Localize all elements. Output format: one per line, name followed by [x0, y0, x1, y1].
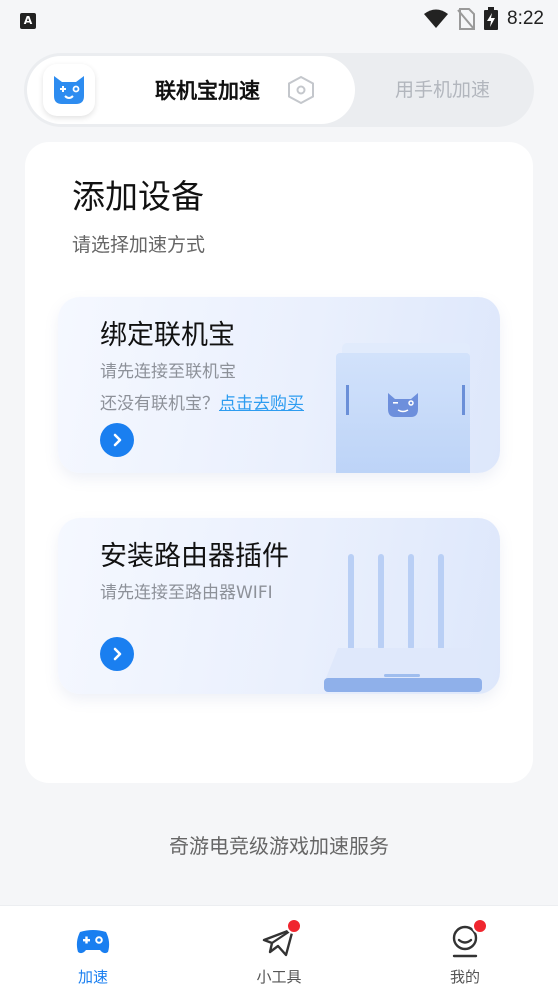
bind-box-desc: 请先连接至联机宝 — [100, 362, 236, 382]
footer-slogan: 奇游电竞级游戏加速服务 — [169, 834, 389, 858]
wifi-icon — [424, 9, 449, 28]
router-illustration — [324, 554, 482, 692]
router-plugin-card[interactable]: 安装路由器插件 请先连接至路由器WIFI — [58, 518, 500, 694]
device-box-illustration — [336, 343, 470, 473]
tab-label: 加速 — [77, 968, 108, 986]
profile-badge-dot — [472, 918, 488, 934]
tab-label: 我的 — [449, 968, 480, 986]
tab-label: 小工具 — [256, 968, 302, 986]
bottom-tab-bar: 加速 小工具 我的 — [0, 905, 558, 993]
notification-a-icon: A — [20, 13, 36, 29]
router-plugin-go-button[interactable] — [100, 637, 134, 671]
mode-active-label: 联机宝加速 — [155, 79, 260, 103]
app-logo — [43, 64, 95, 116]
buy-link[interactable]: 点击去购买 — [219, 394, 304, 414]
chevron-right-icon — [113, 647, 122, 661]
bind-box-go-button[interactable] — [100, 423, 134, 457]
clock: 8:22 — [507, 8, 544, 29]
battery-charging-icon — [484, 7, 499, 30]
status-bar: A 8:22 — [0, 0, 558, 38]
tab-profile[interactable]: 我的 — [372, 906, 558, 993]
page-title: 添加设备 — [72, 177, 204, 216]
cat-gamepad-logo-icon — [54, 76, 84, 104]
tools-badge-dot — [286, 918, 302, 934]
tab-phone-acceleration[interactable]: 用手机加速 — [395, 53, 490, 127]
bind-box-card[interactable]: 绑定联机宝 请先连接至联机宝 还没有联机宝？点击去购买 — [58, 297, 500, 473]
gamepad-icon — [76, 930, 110, 954]
tab-box-acceleration[interactable]: 联机宝加速 — [27, 56, 355, 124]
router-plugin-title: 安装路由器插件 — [100, 541, 289, 572]
no-box-line: 还没有联机宝？点击去购买 — [100, 389, 304, 414]
chevron-right-icon — [113, 433, 122, 447]
tab-tools[interactable]: 小工具 — [186, 906, 372, 993]
acceleration-mode-switch: 联机宝加速 用手机加速 — [24, 53, 534, 127]
add-device-panel: 添加设备 请选择加速方式 绑定联机宝 请先连接至联机宝 还没有联机宝？点击去购买 — [25, 142, 533, 783]
bind-box-title: 绑定联机宝 — [100, 320, 235, 351]
hexagon-settings-icon[interactable] — [286, 75, 316, 105]
page-subtitle: 请选择加速方式 — [72, 234, 206, 256]
no-box-text: 还没有联机宝？ — [100, 394, 219, 414]
router-plugin-desc: 请先连接至路由器WIFI — [100, 583, 273, 603]
no-sim-icon — [457, 8, 476, 30]
tab-accelerate[interactable]: 加速 — [0, 906, 186, 993]
